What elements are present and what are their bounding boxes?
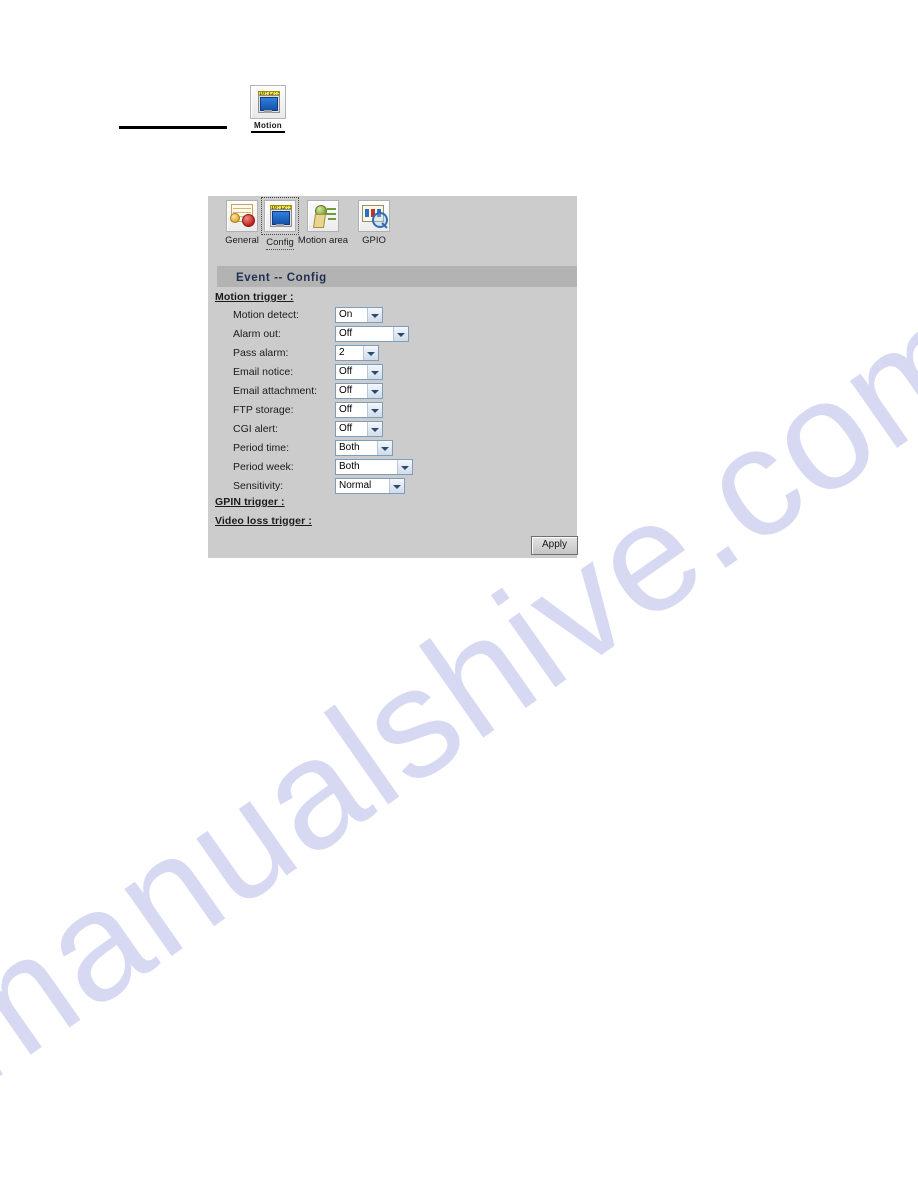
apply-button[interactable]: Apply xyxy=(531,536,578,555)
tab-gpio[interactable]: GPIO xyxy=(343,200,405,247)
field-label: CGI alert: xyxy=(233,423,278,435)
select-value: Off xyxy=(339,328,353,339)
chevron-down-icon[interactable] xyxy=(377,441,392,455)
chevron-down-icon[interactable] xyxy=(397,460,412,474)
select-alarm-out[interactable]: Off xyxy=(335,326,409,342)
select-cgi-alert[interactable]: Off xyxy=(335,421,383,437)
field-label: FTP storage: xyxy=(233,404,294,416)
select-value: Both xyxy=(339,442,360,453)
document-top-strip: 10:12:30 Motion xyxy=(0,0,918,165)
select-motion-detect[interactable]: On xyxy=(335,307,383,323)
field-label: Period week: xyxy=(233,461,294,473)
select-sensitivity[interactable]: Normal xyxy=(335,478,405,494)
chevron-down-icon[interactable] xyxy=(367,422,382,436)
motion-toolbar-button[interactable]: 10:12:30 Motion xyxy=(249,85,287,133)
motion-button-underline xyxy=(251,131,285,133)
chevron-down-icon[interactable] xyxy=(363,346,378,360)
field-label: Period time: xyxy=(233,442,290,454)
config-form: Motion trigger : Motion detect: On Alarm o… xyxy=(208,287,577,558)
monitor-stand xyxy=(276,224,284,227)
select-value: Both xyxy=(339,461,360,472)
select-ftp-storage[interactable]: Off xyxy=(335,402,383,418)
select-value: On xyxy=(339,309,353,320)
section-heading-gpin-trigger: GPIN trigger : xyxy=(215,496,285,508)
monitor-glyph: 10:12:30 xyxy=(269,205,292,227)
horizontal-rule xyxy=(119,126,227,129)
motion-monitor-icon: 10:12:30 xyxy=(257,91,280,113)
select-period-week[interactable]: Both xyxy=(335,459,413,475)
chevron-down-icon[interactable] xyxy=(367,403,382,417)
chevron-down-icon[interactable] xyxy=(367,308,382,322)
field-label: Sensitivity: xyxy=(233,480,284,492)
motion-line xyxy=(327,208,336,210)
runner-body xyxy=(313,214,326,228)
select-value: Normal xyxy=(339,480,372,491)
monitor-screen xyxy=(260,97,278,111)
motion-line xyxy=(325,213,336,215)
motion-area-runner-icon xyxy=(307,200,339,232)
select-value: Off xyxy=(339,404,353,415)
monitor-screen xyxy=(272,211,290,225)
event-config-panel: General 10:12:30 Config Motion a xyxy=(208,196,578,558)
field-label: Motion detect: xyxy=(233,309,299,321)
motion-button-face: 10:12:30 xyxy=(250,85,286,119)
select-value: Off xyxy=(339,423,353,434)
select-value: Off xyxy=(339,366,353,377)
chevron-down-icon[interactable] xyxy=(367,365,382,379)
chevron-down-icon[interactable] xyxy=(393,327,408,341)
section-heading-motion-trigger: Motion trigger : xyxy=(215,291,294,303)
select-pass-alarm[interactable]: 2 xyxy=(335,345,379,361)
select-value: Off xyxy=(339,385,353,396)
select-email-notice[interactable]: Off xyxy=(335,364,383,380)
field-label: Pass alarm: xyxy=(233,347,289,359)
chevron-down-icon[interactable] xyxy=(389,479,404,493)
motion-line xyxy=(328,218,336,220)
select-value: 2 xyxy=(339,347,345,358)
select-email-attachment[interactable]: Off xyxy=(335,383,383,399)
tab-gpio-label: GPIO xyxy=(362,235,386,246)
chevron-down-icon[interactable] xyxy=(367,384,382,398)
tab-config-label: Config xyxy=(266,237,294,250)
motion-button-label: Motion xyxy=(253,121,282,130)
field-label: Alarm out: xyxy=(233,328,281,340)
select-period-time[interactable]: Both xyxy=(335,440,393,456)
section-heading-video-loss-trigger: Video loss trigger : xyxy=(215,515,312,527)
monitor-stand xyxy=(264,110,272,113)
field-label: Email notice: xyxy=(233,366,294,378)
scoreboard-clip xyxy=(230,213,240,223)
gpio-magnifier-icon xyxy=(358,200,390,232)
panel-toolbar: General 10:12:30 Config Motion a xyxy=(208,196,577,260)
page-title: Event -- Config xyxy=(236,272,327,284)
field-label: Email attachment: xyxy=(233,385,318,397)
panel-title-bar: Event -- Config xyxy=(217,266,577,287)
